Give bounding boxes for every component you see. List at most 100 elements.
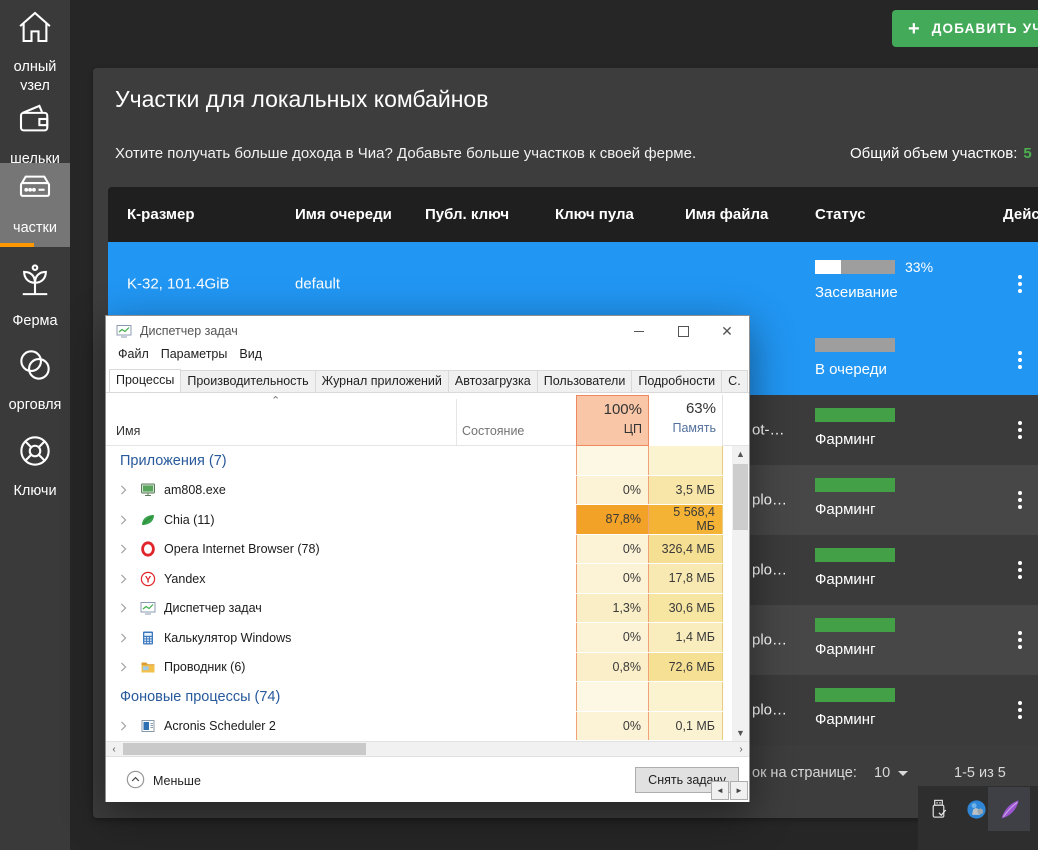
process-memory: 5 568,4 МБ xyxy=(649,505,723,534)
sidebar-item-5[interactable]: орговля xyxy=(0,340,70,424)
process-row[interactable]: Opera Internet Browser (78) 0% 326,4 МБ xyxy=(106,534,749,565)
chevron-right-icon[interactable] xyxy=(120,662,127,672)
status-label: Фарминг xyxy=(815,571,876,588)
tab-6[interactable]: Подробности xyxy=(631,370,723,392)
plot-status: Фарминг xyxy=(815,605,895,658)
vertical-scrollbar-thumb[interactable] xyxy=(733,464,748,530)
acronis-icon xyxy=(140,718,156,734)
scroll-right-icon[interactable]: › xyxy=(733,742,749,757)
process-group-row[interactable]: Фоновые процессы (74) xyxy=(106,682,749,712)
menu-item-1[interactable]: Файл xyxy=(118,347,149,361)
keys-icon xyxy=(12,430,58,477)
chevron-right-icon[interactable] xyxy=(120,544,127,554)
process-name: Yandex xyxy=(164,571,206,586)
process-row[interactable]: Проводник (6) 0,8% 72,6 МБ xyxy=(106,652,749,683)
process-memory: 3,5 МБ xyxy=(649,475,723,504)
row-actions-menu-icon[interactable] xyxy=(1014,557,1026,583)
plot-filename: plo… xyxy=(752,701,788,719)
row-actions-menu-icon[interactable] xyxy=(1014,697,1026,723)
status-label: Фарминг xyxy=(815,641,876,658)
chevron-right-icon[interactable] xyxy=(120,721,127,731)
process-list: Приложения (7) am808.exe 0% 3,5 МБ Chia (11)… xyxy=(106,446,749,741)
tab-scroll-right-button[interactable]: ► xyxy=(730,781,748,800)
process-row[interactable]: Y Yandex 0% 17,8 МБ xyxy=(106,564,749,594)
chevron-right-icon[interactable] xyxy=(120,633,127,643)
process-row[interactable]: Chia (11) 87,8% 5 568,4 МБ xyxy=(106,505,749,535)
column-memory[interactable]: 63% Память xyxy=(649,395,723,446)
column-name[interactable]: Имя xyxy=(116,424,140,438)
tab-scroll-left-button[interactable]: ◄ xyxy=(711,781,729,800)
column-header-1: К-размер xyxy=(127,206,195,223)
plot-filename: plo… xyxy=(752,631,788,649)
sidebar-item-label: Ключи xyxy=(13,483,57,499)
process-cpu: 0% xyxy=(576,534,649,563)
circle-app-icon[interactable]: ? xyxy=(918,838,958,850)
document-icon[interactable] xyxy=(990,838,1030,850)
process-memory: 30,6 МБ xyxy=(649,593,723,622)
row-actions-menu-icon[interactable] xyxy=(1014,347,1026,373)
menu-item-3[interactable]: Вид xyxy=(239,347,262,361)
rows-per-page-select[interactable]: 10 xyxy=(874,765,909,781)
chevron-right-icon[interactable] xyxy=(120,515,127,525)
sidebar-item-1[interactable]: олный узел xyxy=(0,2,70,90)
total-plot-size-value: 5 xyxy=(1023,145,1032,162)
minimize-button[interactable] xyxy=(617,316,661,346)
row-actions-menu-icon[interactable] xyxy=(1014,627,1026,653)
scroll-down-icon[interactable]: ▼ xyxy=(732,725,749,741)
tab-5[interactable]: Пользователи xyxy=(536,370,633,392)
process-row[interactable]: Калькулятор Windows 0% 1,4 МБ xyxy=(106,623,749,653)
status-label: Засеивание xyxy=(815,284,898,301)
process-row[interactable]: am808.exe 0% 3,5 МБ xyxy=(106,475,749,506)
column-state[interactable]: Состояние xyxy=(462,424,524,438)
process-memory: 17,8 МБ xyxy=(649,564,723,593)
chevron-right-icon[interactable] xyxy=(120,485,127,495)
process-cpu: 1,3% xyxy=(576,593,649,622)
plots-table-header: К-размер Имя очереди Публ. ключ Ключ пула Им… xyxy=(108,187,1038,242)
status-label: Фарминг xyxy=(815,501,876,518)
sidebar-item-4[interactable]: Ферма xyxy=(0,256,70,338)
add-plot-button[interactable]: + ДОБАВИТЬ УЧА xyxy=(892,10,1038,47)
tab-2[interactable]: Производительность xyxy=(180,370,316,392)
row-actions-menu-icon[interactable] xyxy=(1014,271,1026,297)
tab-7[interactable]: С. xyxy=(721,370,748,392)
column-cpu[interactable]: 100% ЦП xyxy=(576,395,649,446)
column-divider xyxy=(456,399,457,445)
process-row[interactable]: Диспетчер задач 1,3% 30,6 МБ xyxy=(106,593,749,624)
am808-icon xyxy=(140,482,156,498)
usb-icon[interactable] xyxy=(918,787,958,831)
close-button[interactable]: ✕ xyxy=(705,316,749,346)
tab-4[interactable]: Автозагрузка xyxy=(447,370,538,392)
sidebar: олный узел шельки частки Ферма орговля Ключи xyxy=(0,0,70,850)
process-cpu: 87,8% xyxy=(576,505,649,534)
scroll-up-icon[interactable]: ▲ xyxy=(732,446,749,462)
row-actions-menu-icon[interactable] xyxy=(1014,487,1026,513)
task-manager-titlebar[interactable]: Диспетчер задач ✕ xyxy=(106,316,749,346)
plus-icon: + xyxy=(908,17,920,40)
sidebar-item-2[interactable]: шельки xyxy=(0,94,70,164)
chevron-right-icon[interactable] xyxy=(120,574,127,584)
plot-filename: ot-… xyxy=(752,421,785,439)
sidebar-item-6[interactable]: Ключи xyxy=(0,426,70,504)
plot-ksize: K-32, 101.4GiB xyxy=(127,275,230,292)
feather-icon[interactable] xyxy=(988,787,1030,831)
maximize-button[interactable] xyxy=(661,316,705,346)
progress-bar xyxy=(815,618,895,632)
sidebar-item-3[interactable]: частки xyxy=(0,163,70,247)
plot-row-1[interactable]: K-32, 101.4GiB default 33% Засеивание xyxy=(108,242,1038,325)
fewer-details-toggle[interactable]: Меньше xyxy=(118,770,201,792)
tab-1[interactable]: Процессы xyxy=(109,369,182,392)
chevron-right-icon[interactable] xyxy=(120,603,127,613)
horizontal-scrollbar[interactable]: ‹ › xyxy=(106,741,749,756)
trade-icon xyxy=(12,344,58,391)
vertical-scrollbar[interactable]: ▲ ▼ xyxy=(732,446,749,741)
tab-3[interactable]: Журнал приложений xyxy=(314,370,449,392)
scroll-left-icon[interactable]: ‹ xyxy=(106,742,122,757)
menu-item-2[interactable]: Параметры xyxy=(161,347,228,361)
process-group-row[interactable]: Приложения (7) xyxy=(106,446,749,476)
plot-queue: default xyxy=(295,275,341,292)
page-subtitle: Хотите получать больше дохода в Чиа? Доб… xyxy=(115,145,697,162)
process-row[interactable]: Acronis Scheduler 2 0% 0,1 МБ xyxy=(106,711,749,742)
horizontal-scrollbar-thumb[interactable] xyxy=(123,743,366,755)
rows-per-page-label: ок на странице: xyxy=(752,765,857,781)
row-actions-menu-icon[interactable] xyxy=(1014,417,1026,443)
